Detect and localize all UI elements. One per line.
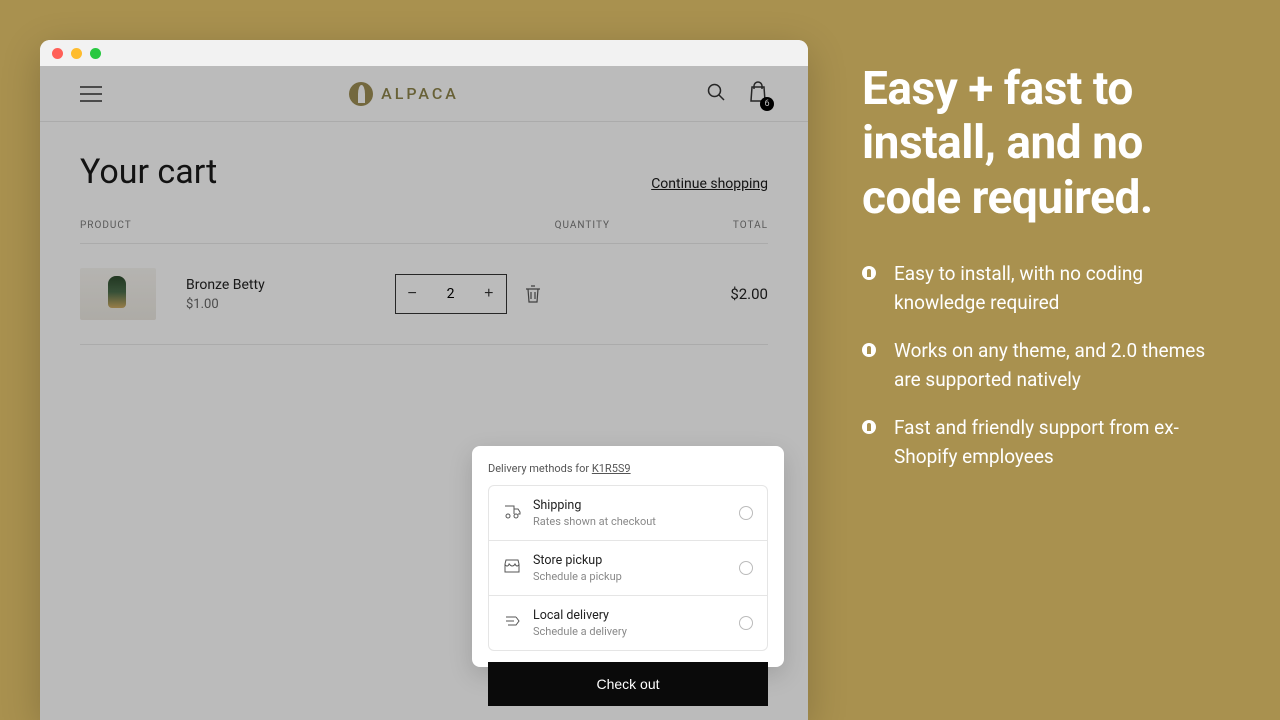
bullet-icon: [862, 420, 876, 434]
bullet-icon: [862, 343, 876, 357]
radio-icon[interactable]: [739, 506, 753, 520]
radio-icon[interactable]: [739, 561, 753, 575]
delivery-option-label: Local delivery: [533, 608, 727, 623]
delivery-methods-modal: Delivery methods for K1R5S9 Shipping Rat…: [472, 446, 784, 667]
delivery-option-store-pickup[interactable]: Store pickup Schedule a pickup: [489, 541, 767, 596]
browser-window: ALPACA 6 Your cart Continue shopping: [40, 40, 808, 720]
delivery-option-sub: Rates shown at checkout: [533, 515, 727, 528]
marketing-bullet: Fast and friendly support from ex-Shopif…: [862, 413, 1212, 472]
page: ALPACA 6 Your cart Continue shopping: [40, 66, 808, 720]
marketing-headline: Easy + fast to install, and no code requ…: [862, 62, 1212, 225]
window-titlebar: [40, 40, 808, 66]
window-close-dot[interactable]: [52, 48, 63, 59]
delivery-option-local-delivery[interactable]: Local delivery Schedule a delivery: [489, 596, 767, 650]
shipping-icon: [503, 502, 521, 524]
marketing-bullet: Works on any theme, and 2.0 themes are s…: [862, 336, 1212, 395]
delivery-option-sub: Schedule a delivery: [533, 625, 727, 638]
window-zoom-dot[interactable]: [90, 48, 101, 59]
delivery-option-label: Shipping: [533, 498, 727, 513]
postal-code-link[interactable]: K1R5S9: [592, 462, 631, 475]
store-icon: [503, 557, 521, 579]
checkout-button[interactable]: Check out: [488, 662, 768, 706]
delivery-option-shipping[interactable]: Shipping Rates shown at checkout: [489, 486, 767, 541]
bullet-icon: [862, 266, 876, 280]
marketing-bullet: Easy to install, with no coding knowledg…: [862, 259, 1212, 318]
marketing-panel: Easy + fast to install, and no code requ…: [862, 62, 1212, 489]
radio-icon[interactable]: [739, 616, 753, 630]
window-minimize-dot[interactable]: [71, 48, 82, 59]
delivery-option-sub: Schedule a pickup: [533, 570, 727, 583]
delivery-option-label: Store pickup: [533, 553, 727, 568]
delivery-title: Delivery methods for K1R5S9: [488, 462, 768, 475]
delivery-icon: [503, 612, 521, 634]
